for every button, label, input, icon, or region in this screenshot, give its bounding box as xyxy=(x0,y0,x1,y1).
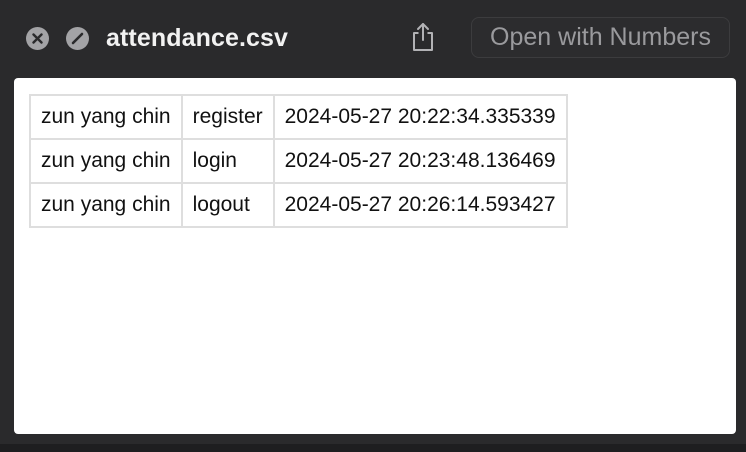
table-cell: register xyxy=(180,94,275,140)
title-bar: attendance.csv Open with Numbers xyxy=(0,0,746,76)
share-icon[interactable] xyxy=(408,20,438,54)
open-with-numbers-button[interactable]: Open with Numbers xyxy=(471,17,730,58)
table-cell: login xyxy=(180,138,275,184)
table-row: zun yang chin register 2024-05-27 20:22:… xyxy=(29,94,568,140)
fullscreen-icon[interactable] xyxy=(66,27,89,50)
table-row: zun yang chin login 2024-05-27 20:23:48.… xyxy=(29,138,568,184)
table-cell: logout xyxy=(180,182,275,228)
table-cell: 2024-05-27 20:22:34.335339 xyxy=(272,94,568,140)
close-icon[interactable] xyxy=(26,27,49,50)
window-bottom-edge xyxy=(0,444,746,452)
table-cell: 2024-05-27 20:23:48.136469 xyxy=(272,138,568,184)
quick-look-window: attendance.csv Open with Numbers zun yan… xyxy=(0,0,746,452)
csv-table: zun yang chin register 2024-05-27 20:22:… xyxy=(29,94,568,228)
table-cell: 2024-05-27 20:26:14.593427 xyxy=(272,182,568,228)
table-cell: zun yang chin xyxy=(29,138,183,184)
window-title: attendance.csv xyxy=(106,24,289,52)
csv-preview: zun yang chin register 2024-05-27 20:22:… xyxy=(14,78,736,434)
table-cell: zun yang chin xyxy=(29,94,183,140)
table-cell: zun yang chin xyxy=(29,182,183,228)
table-row: zun yang chin logout 2024-05-27 20:26:14… xyxy=(29,182,568,228)
